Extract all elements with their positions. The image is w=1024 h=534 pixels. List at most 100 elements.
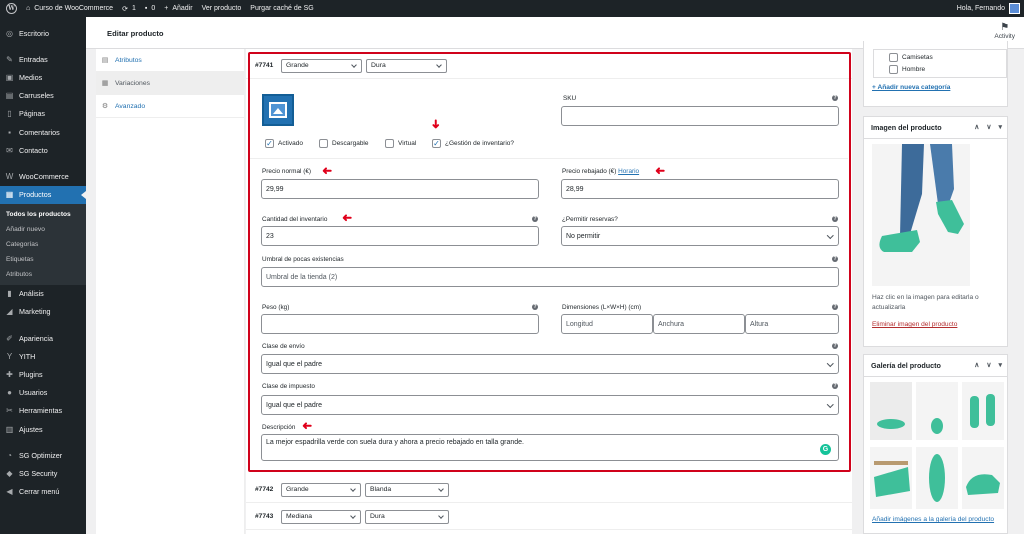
category-list: Camisetas Hombre <box>873 49 1007 78</box>
toggle-icon[interactable]: ▾ <box>998 361 1002 369</box>
carousel-icon: ▤ <box>5 91 14 101</box>
chevron-up-icon[interactable]: ∧ <box>974 361 979 369</box>
activity-button[interactable]: ⚑ Activity <box>994 22 1015 41</box>
remove-image-link[interactable]: Eliminar imagen del producto <box>872 321 957 328</box>
collapse-icon: ◀ <box>6 487 13 497</box>
submenu-item[interactable]: Categorías <box>0 237 86 252</box>
menu-separator <box>0 159 86 167</box>
gallery-thumbnail[interactable] <box>962 447 1004 509</box>
submenu-item[interactable]: Todos los productos <box>0 207 86 222</box>
site-name-link[interactable]: ⌂ Curso de WooCommerce <box>26 5 113 12</box>
gallery-thumbnail[interactable] <box>916 382 958 440</box>
admin-bar: W ⌂ Curso de WooCommerce ⟳ 1 ▪ 0 + Añadir Ve… <box>0 0 1024 17</box>
tab-variations[interactable]: ▦ Variaciones <box>96 72 244 95</box>
checkbox-empty <box>889 65 898 74</box>
sidebar-item-yith[interactable]: Y YITH <box>0 347 86 365</box>
wordpress-logo-icon[interactable]: W <box>6 3 17 14</box>
plus-icon: + <box>164 5 169 12</box>
shoe-photo-icon <box>962 382 1004 440</box>
sidebar-item-medios[interactable]: ▣ Medios <box>0 68 86 86</box>
pin-icon: ✎ <box>6 54 13 64</box>
categories-box: Camisetas Hombre + Añadir nueva categorí… <box>863 41 1008 107</box>
gallery-thumbnail[interactable] <box>916 447 958 509</box>
grid-icon: ▦ <box>101 80 109 87</box>
box-controls[interactable]: ∧ ∨ ▾ <box>974 361 1002 369</box>
sidebar-item-análisis[interactable]: ▮ Análisis <box>0 285 86 303</box>
shield-icon: ◆ <box>6 468 13 478</box>
settings-icon: ▥ <box>5 424 14 434</box>
gallery-thumbnail[interactable] <box>870 382 912 440</box>
submenu-item[interactable]: Etiquetas <box>0 252 86 267</box>
size-select[interactable]: Grande <box>281 482 361 497</box>
sidebar-item-sg-security[interactable]: ◆ SG Security <box>0 464 86 482</box>
sidebar-item-contacto[interactable]: ✉ Contacto <box>0 141 86 159</box>
shoe-photo-icon <box>916 382 958 440</box>
sidebar-item-sg-optimizer[interactable]: ◔ SG Optimizer <box>0 446 86 464</box>
sidebar-item-carruseles[interactable]: ▤ Carruseles <box>0 87 86 105</box>
shoe-photo-icon <box>870 382 912 440</box>
gallery-thumbnail[interactable] <box>870 447 912 509</box>
shoe-photo-icon <box>872 144 970 286</box>
shoe-photo-icon <box>916 447 958 509</box>
comment-icon: ▪ <box>8 127 11 137</box>
megaphone-icon: ◢ <box>6 307 13 317</box>
sidebar-item-páginas[interactable]: ▯ Páginas <box>0 105 86 123</box>
variation-row[interactable]: #7742 Grande Blanda <box>246 477 852 503</box>
sidebar-item-cerrar-menú[interactable]: ◀ Cerrar menú <box>0 483 86 501</box>
product-image-box: Imagen del producto ∧ ∨ ▾ Haz clic en la i… <box>863 116 1008 347</box>
sole-select[interactable]: Blanda <box>365 482 449 497</box>
comments-link[interactable]: ▪ 0 <box>145 5 155 12</box>
flag-icon: ⚑ <box>1000 22 1010 33</box>
chevron-down-icon[interactable]: ∨ <box>986 123 991 131</box>
toggle-icon[interactable]: ▾ <box>998 123 1002 131</box>
plugin-icon: ✚ <box>6 370 13 380</box>
submenu-item[interactable]: Añadir nuevo <box>0 222 86 237</box>
sidebar-item-apariencia[interactable]: ✐ Apariencia <box>0 329 86 347</box>
category-checkbox[interactable]: Camisetas <box>889 53 933 62</box>
add-gallery-images-link[interactable]: Añadir imágenes a la galería del product… <box>872 516 994 523</box>
variation-row[interactable]: #7743 Mediana Dura <box>246 504 852 530</box>
tab-attributes[interactable]: ▤ Atributos <box>96 49 244 72</box>
sidebar-item-ajustes[interactable]: ▥ Ajustes <box>0 420 86 438</box>
sidebar-item-usuarios[interactable]: ● Usuarios <box>0 384 86 402</box>
sidebar-item-plugins[interactable]: ✚ Plugins <box>0 365 86 383</box>
box-controls[interactable]: ∧ ∨ ▾ <box>974 123 1002 131</box>
sidebar-item-entradas[interactable]: ✎ Entradas <box>0 50 86 68</box>
view-product-link[interactable]: Ver producto <box>202 5 242 12</box>
sidebar-item-herramientas[interactable]: ✂ Herramientas <box>0 402 86 420</box>
product-image[interactable] <box>872 144 970 286</box>
add-new-link[interactable]: + Añadir <box>164 5 192 12</box>
updates-link[interactable]: ⟳ 1 <box>122 5 136 13</box>
purge-cache-link[interactable]: Purgar caché de SG <box>250 5 313 12</box>
variation-id: #7743 <box>255 513 274 520</box>
sg-icon: ◔ <box>7 450 12 460</box>
sidebar-item-woocommerce[interactable]: W WooCommerce <box>0 167 86 185</box>
sidebar-item-marketing[interactable]: ◢ Marketing <box>0 303 86 321</box>
chevron-down-icon[interactable]: ∨ <box>986 361 991 369</box>
account-menu[interactable]: Hola, Fernando <box>957 0 1020 17</box>
sidebar-item-productos[interactable]: ▦ Productos <box>0 185 86 204</box>
list-icon: ▤ <box>101 57 109 64</box>
tab-advanced[interactable]: ⚙ Avanzado <box>96 95 244 118</box>
page-title: Editar producto <box>107 29 164 38</box>
dashboard-icon: ◎ <box>6 28 13 38</box>
product-gallery-box: Galería del producto ∧ ∨ ▾ Añadir imágenes… <box>863 354 1008 534</box>
variation-id: #7742 <box>255 486 274 493</box>
yith-icon: Y <box>6 351 13 361</box>
submenu-item[interactable]: Atributos <box>0 267 86 282</box>
products-submenu: Todos los productos Añadir nuevo Categoría… <box>0 203 86 285</box>
mail-icon: ✉ <box>6 145 13 155</box>
chart-icon: ▮ <box>7 289 12 299</box>
category-checkbox[interactable]: Hombre <box>889 65 925 74</box>
chevron-up-icon[interactable]: ∧ <box>974 123 979 131</box>
add-category-link[interactable]: + Añadir nueva categoría <box>872 84 950 91</box>
size-select[interactable]: Mediana <box>281 509 361 524</box>
sidebar-item-comentarios[interactable]: ▪ Comentarios <box>0 123 86 141</box>
shoe-photo-icon <box>870 447 912 509</box>
gallery-thumbnail[interactable] <box>962 382 1004 440</box>
menu-separator <box>0 321 86 329</box>
avatar <box>1009 3 1020 14</box>
sole-select[interactable]: Dura <box>365 509 449 524</box>
sidebar-item-escritorio[interactable]: ◎ Escritorio <box>0 24 86 42</box>
box-title: Imagen del producto ∧ ∨ ▾ <box>864 117 1007 139</box>
